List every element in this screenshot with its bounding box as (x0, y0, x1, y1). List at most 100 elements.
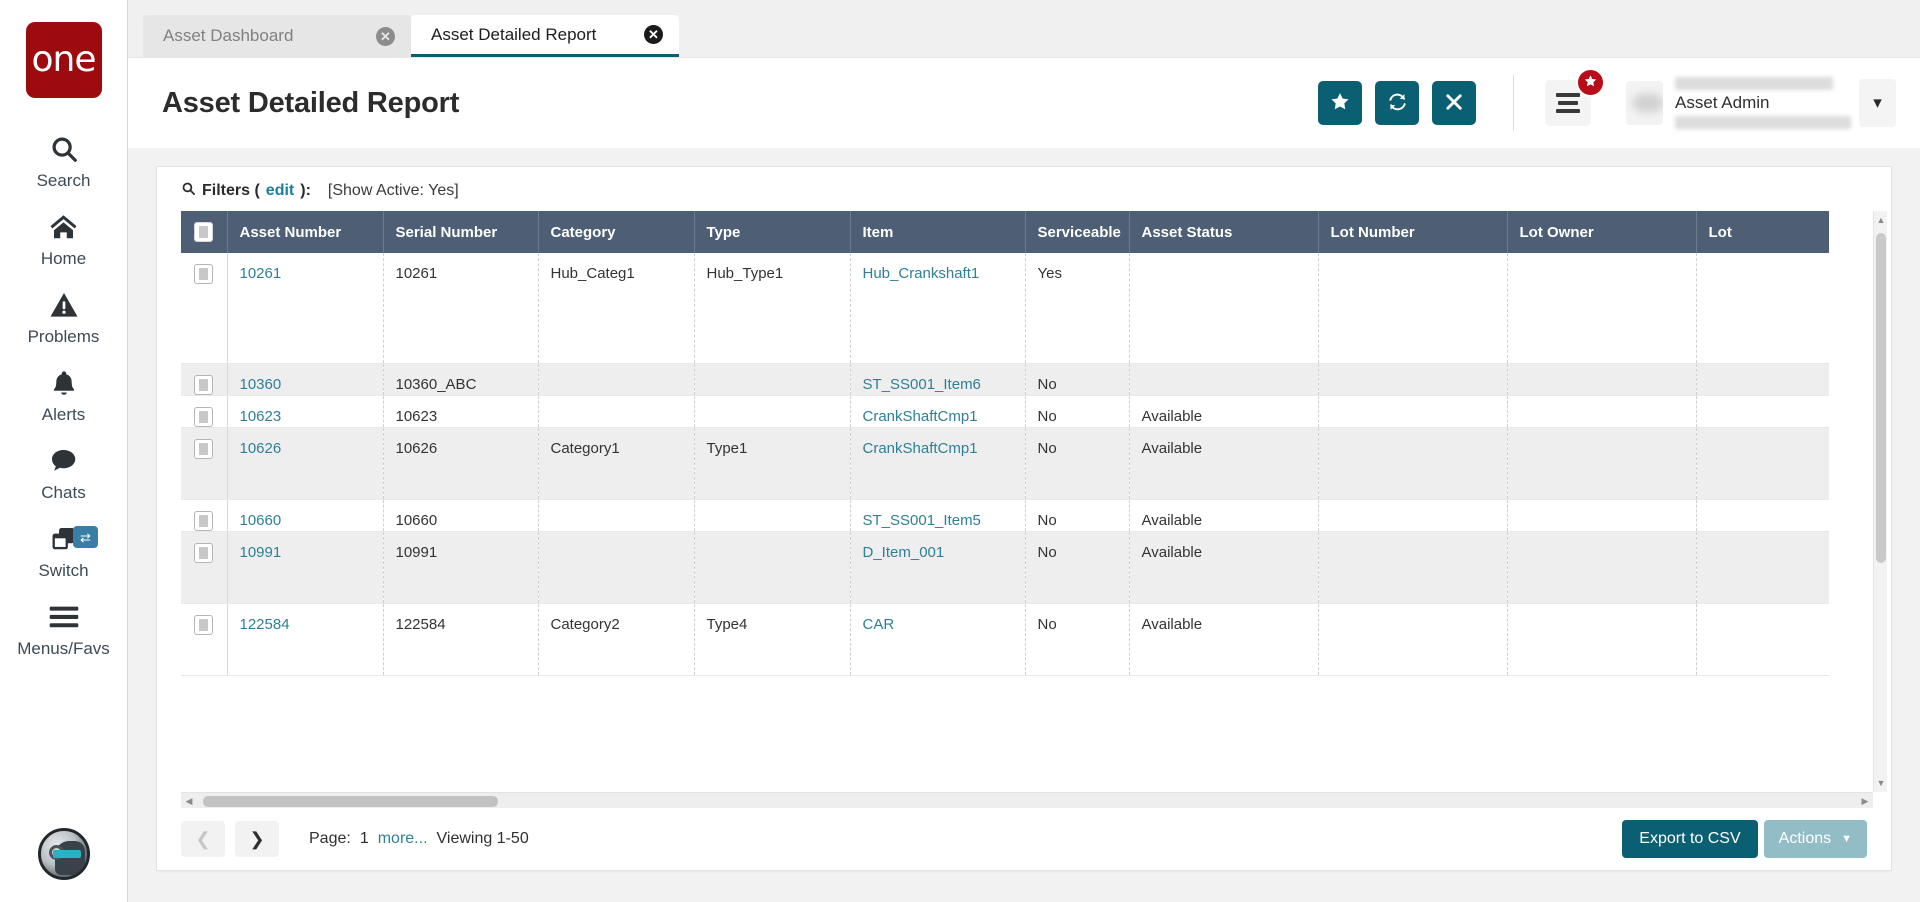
row-select-cell[interactable] (181, 531, 227, 603)
column-header-lot[interactable]: Lot (1696, 211, 1829, 253)
cell-lot-number (1318, 253, 1507, 363)
column-header-type[interactable]: Type (694, 211, 850, 253)
ai-robot-avatar-icon[interactable] (38, 828, 90, 880)
cell-asset-number-link[interactable]: 122584 (240, 616, 290, 633)
row-select-cell[interactable] (181, 253, 227, 363)
table-row[interactable]: 1066010660ST_SS001_Item5NoAvailable (181, 499, 1829, 531)
user-profile-menu[interactable]: Asset Admin ▾ (1626, 68, 1896, 138)
table-row[interactable]: 1026110261Hub_Categ1Hub_Type1Hub_Cranksh… (181, 253, 1829, 363)
cell-item-link[interactable]: ST_SS001_Item6 (863, 376, 981, 393)
scroll-right-arrow-icon[interactable]: ▶ (1857, 793, 1873, 809)
close-button[interactable] (1432, 81, 1476, 125)
close-circle-icon[interactable]: ✕ (644, 25, 663, 44)
cell-asset-number[interactable]: 10360 (227, 363, 383, 395)
cell-item[interactable]: CrankShaftCmp1 (850, 427, 1025, 499)
vertical-scrollbar[interactable]: ▲ ▼ (1873, 211, 1887, 792)
cell-lot-owner (1507, 363, 1696, 395)
next-page-button[interactable]: ❯ (235, 821, 279, 857)
cell-item[interactable]: CAR (850, 603, 1025, 675)
row-checkbox[interactable] (194, 615, 213, 635)
cell-item-link[interactable]: Hub_Crankshaft1 (863, 265, 980, 282)
favorite-button[interactable] (1318, 81, 1362, 125)
brand-logo[interactable]: one (26, 22, 102, 98)
cell-item[interactable]: ST_SS001_Item5 (850, 499, 1025, 531)
cell-asset-number[interactable]: 10660 (227, 499, 383, 531)
cell-asset-number-link[interactable]: 10623 (240, 408, 282, 425)
cell-asset-number-link[interactable]: 10660 (240, 512, 282, 529)
row-select-cell[interactable] (181, 603, 227, 675)
export-to-csv-button[interactable]: Export to CSV (1622, 820, 1757, 858)
cell-item-link[interactable]: CAR (863, 616, 895, 633)
sidebar-item-problems[interactable]: Problems (0, 276, 127, 354)
more-pages-link[interactable]: more... (378, 830, 428, 848)
vertical-scroll-thumb[interactable] (1876, 233, 1886, 563)
sidebar-item-home[interactable]: Home (0, 198, 127, 276)
horizontal-scroll-thumb[interactable] (203, 796, 498, 807)
column-header-lot-number[interactable]: Lot Number (1318, 211, 1507, 253)
favorites-badge[interactable] (1576, 68, 1605, 97)
horizontal-scrollbar[interactable]: ◀ ▶ (181, 792, 1873, 808)
previous-page-button[interactable]: ❮ (181, 821, 225, 857)
cell-asset-number[interactable]: 122584 (227, 603, 383, 675)
scroll-left-arrow-icon[interactable]: ◀ (181, 793, 197, 809)
cell-asset-number[interactable]: 10626 (227, 427, 383, 499)
actions-dropdown-button[interactable]: Actions ▼ (1764, 820, 1867, 858)
sidebar-item-menus-favs[interactable]: Menus/Favs (0, 588, 127, 666)
sidebar-item-chats[interactable]: Chats (0, 432, 127, 510)
cell-item-link[interactable]: CrankShaftCmp1 (863, 408, 978, 425)
column-header-item[interactable]: Item (850, 211, 1025, 253)
select-all-checkbox[interactable] (194, 222, 213, 242)
row-select-cell[interactable] (181, 499, 227, 531)
column-header-serial-number[interactable]: Serial Number (383, 211, 538, 253)
page-number[interactable]: 1 (360, 830, 369, 848)
scroll-down-arrow-icon[interactable]: ▼ (1874, 774, 1887, 792)
column-header-asset-number[interactable]: Asset Number (227, 211, 383, 253)
sidebar-item-switch[interactable]: ⇄ Switch (0, 510, 127, 588)
select-all-header[interactable] (181, 211, 227, 253)
refresh-button[interactable] (1375, 81, 1419, 125)
row-checkbox[interactable] (194, 543, 213, 563)
sidebar-item-alerts[interactable]: Alerts (0, 354, 127, 432)
filters-edit-link[interactable]: edit (266, 182, 294, 200)
cell-asset-number-link[interactable]: 10626 (240, 440, 282, 457)
table-row[interactable]: 1099110991D_Item_001NoAvailable (181, 531, 1829, 603)
cell-asset-number-link[interactable]: 10261 (240, 265, 282, 282)
cell-item-link[interactable]: ST_SS001_Item5 (863, 512, 981, 529)
table-row[interactable]: 1036010360_ABCST_SS001_Item6No (181, 363, 1829, 395)
cell-type (694, 499, 850, 531)
tab-asset-dashboard[interactable]: Asset Dashboard ✕ (143, 15, 411, 57)
cell-asset-number[interactable]: 10991 (227, 531, 383, 603)
column-header-asset-status[interactable]: Asset Status (1129, 211, 1318, 253)
footer-action-buttons: Export to CSV Actions ▼ (1622, 820, 1867, 858)
swap-arrows-icon[interactable]: ⇄ (73, 526, 98, 548)
cell-item-link[interactable]: D_Item_001 (863, 544, 945, 561)
row-select-cell[interactable] (181, 363, 227, 395)
row-checkbox[interactable] (194, 407, 213, 427)
row-checkbox[interactable] (194, 264, 213, 284)
row-checkbox[interactable] (194, 511, 213, 531)
table-row[interactable]: 1062310623CrankShaftCmp1NoAvailable (181, 395, 1829, 427)
cell-item[interactable]: D_Item_001 (850, 531, 1025, 603)
close-circle-icon[interactable]: ✕ (376, 27, 395, 46)
row-select-cell[interactable] (181, 395, 227, 427)
column-header-lot-owner[interactable]: Lot Owner (1507, 211, 1696, 253)
row-select-cell[interactable] (181, 427, 227, 499)
tab-asset-detailed-report[interactable]: Asset Detailed Report ✕ (411, 15, 679, 57)
sidebar-item-search[interactable]: Search (0, 120, 127, 198)
column-header-serviceable[interactable]: Serviceable (1025, 211, 1129, 253)
table-row[interactable]: 1062610626Category1Type1CrankShaftCmp1No… (181, 427, 1829, 499)
table-row[interactable]: 122584122584Category2Type4CARNoAvailable (181, 603, 1829, 675)
cell-asset-number-link[interactable]: 10360 (240, 376, 282, 393)
column-header-category[interactable]: Category (538, 211, 694, 253)
cell-asset-number[interactable]: 10261 (227, 253, 383, 363)
scroll-up-arrow-icon[interactable]: ▲ (1874, 211, 1887, 229)
cell-item[interactable]: CrankShaftCmp1 (850, 395, 1025, 427)
cell-item[interactable]: Hub_Crankshaft1 (850, 253, 1025, 363)
row-checkbox[interactable] (194, 439, 213, 459)
cell-asset-number[interactable]: 10623 (227, 395, 383, 427)
cell-item[interactable]: ST_SS001_Item6 (850, 363, 1025, 395)
cell-item-link[interactable]: CrankShaftCmp1 (863, 440, 978, 457)
chevron-down-icon[interactable]: ▾ (1859, 79, 1896, 127)
cell-asset-number-link[interactable]: 10991 (240, 544, 282, 561)
row-checkbox[interactable] (194, 375, 213, 395)
